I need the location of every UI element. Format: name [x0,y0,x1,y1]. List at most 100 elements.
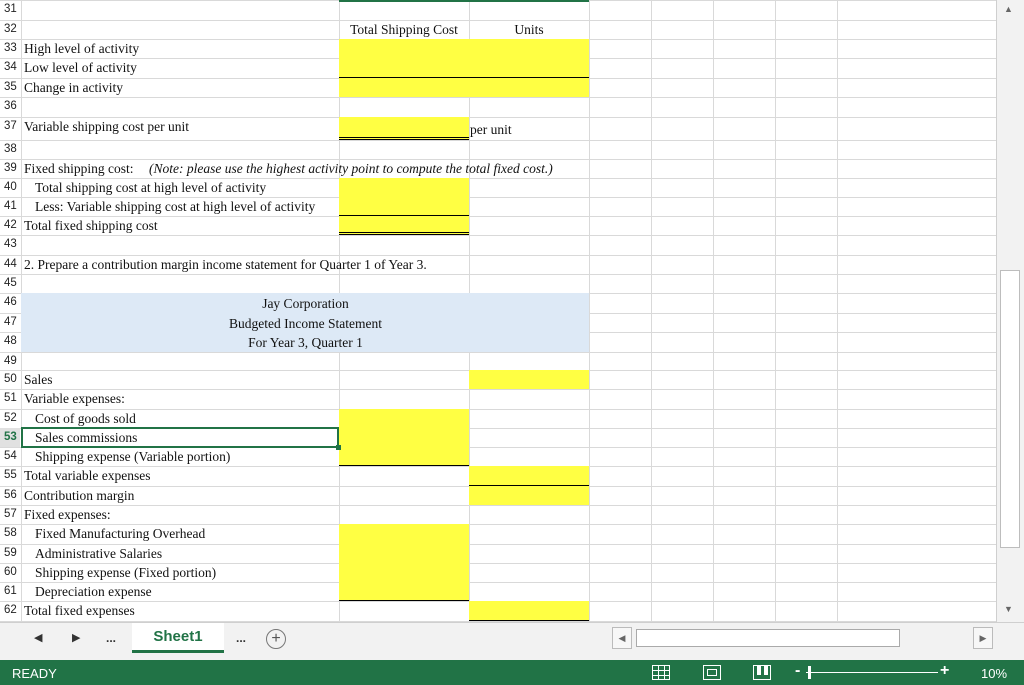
row-number[interactable]: 35 [0,78,20,97]
row-number[interactable]: 41 [0,197,20,216]
page-break-preview-icon[interactable] [753,665,771,680]
input-fixed-expenses[interactable] [339,524,469,582]
tab-scroll-left-icon[interactable]: ◀ [34,631,42,644]
hscroll-left-icon[interactable]: ◀ [612,627,632,649]
input-shipping-variable[interactable] [339,447,469,466]
row-label[interactable]: Cost of goods sold [35,409,136,428]
row-label[interactable]: Shipping expense (Variable portion) [35,447,230,466]
row-number[interactable]: 61 [0,582,20,601]
row-label[interactable]: Shipping expense (Fixed portion) [35,563,216,582]
row-number[interactable]: 38 [0,140,20,159]
row-number[interactable]: 37 [0,117,20,136]
row-label[interactable]: High level of activity [24,39,139,58]
zoom-in-icon[interactable]: + [940,662,949,680]
row-number[interactable]: 54 [0,447,20,466]
zoom-out-icon[interactable]: - [795,662,800,680]
tab-scroll-right-icon[interactable]: ▶ [72,631,80,644]
tab-ellipsis-right[interactable]: ... [236,631,246,645]
row-number[interactable]: 49 [0,352,20,371]
row-label[interactable]: Less: Variable shipping cost at high lev… [35,197,315,216]
row-number[interactable]: 48 [0,332,20,351]
row-number[interactable]: 56 [0,486,20,505]
row-number[interactable]: 40 [0,178,20,197]
row-number[interactable]: 44 [0,255,20,274]
status-bar: READY - + 10% [0,660,1024,685]
column-gridline [589,0,590,622]
page-layout-icon[interactable] [703,665,721,680]
vertical-scrollbar[interactable]: ▲ ▼ [996,0,1024,622]
input-variable-high[interactable] [339,197,469,216]
input-low-activity[interactable] [339,58,589,78]
tab-ellipsis-left[interactable]: ... [106,631,116,645]
input-total-high[interactable] [339,178,469,197]
add-sheet-button[interactable]: + [266,629,286,649]
row-label[interactable]: Total fixed expenses [24,601,135,620]
row-number[interactable]: 31 [0,0,20,19]
zoom-level: 10% [981,666,1008,681]
row-number[interactable]: 33 [0,39,20,58]
horizontal-scroll-thumb[interactable] [636,629,900,647]
row-label[interactable]: Total shipping cost at high level of act… [35,178,266,197]
row-number[interactable]: 47 [0,313,20,332]
row-label[interactable]: Total variable expenses [24,466,151,485]
row-number[interactable]: 50 [0,370,20,389]
row-number[interactable]: 52 [0,409,20,428]
row-number[interactable]: 43 [0,235,20,254]
row-label[interactable]: Fixed shipping cost: [24,159,134,178]
input-change-activity[interactable] [339,78,589,97]
row-number[interactable]: 39 [0,159,20,178]
row-label[interactable]: 2. Prepare a contribution margin income … [24,255,427,274]
row-label[interactable]: Sales commissions [35,428,137,447]
row-number[interactable]: 51 [0,389,20,408]
spreadsheet-grid[interactable]: 31 32 33 34 35 36 37 38 39 40 41 42 43 44 45 46 47 48 49 50… [0,0,996,622]
row-label[interactable]: Variable shipping cost per unit [24,117,189,136]
row-number[interactable]: 58 [0,524,20,543]
row-number[interactable]: 42 [0,216,20,235]
row-label[interactable]: Depreciation expense [35,582,152,601]
row-label[interactable]: Fixed expenses: [24,505,111,524]
row-number[interactable]: 46 [0,293,20,312]
input-contribution-margin[interactable] [469,486,589,505]
row-gridline [0,140,996,141]
scroll-down-icon[interactable]: ▼ [1004,604,1013,614]
row-gridline [0,505,996,506]
input-total-variable[interactable] [469,466,589,486]
row-label[interactable]: Contribution margin [24,486,134,505]
input-variable-rate[interactable] [339,117,469,140]
row-label[interactable]: Change in activity [24,78,123,97]
input-total-fixed[interactable] [339,216,469,235]
row-label[interactable]: Administrative Salaries [35,544,162,563]
row-number[interactable]: 57 [0,505,20,524]
input-depreciation[interactable] [339,582,469,601]
row-gridline [0,235,996,236]
row-number[interactable]: 34 [0,58,20,77]
vertical-scroll-thumb[interactable] [1000,270,1020,548]
zoom-slider-thumb[interactable] [808,666,811,679]
row-label[interactable]: Total fixed shipping cost [24,216,158,235]
fill-handle[interactable] [336,445,341,450]
row-label[interactable]: Variable expenses: [24,389,125,408]
input-high-activity[interactable] [339,39,589,58]
row-number[interactable]: 32 [0,20,20,39]
row-gridline [0,274,996,275]
scroll-up-icon[interactable]: ▲ [1004,4,1013,14]
horizontal-scrollbar[interactable]: ◀ ▶ [612,627,997,649]
normal-view-icon[interactable] [652,665,670,680]
row-label[interactable]: Sales [24,370,53,389]
input-total-fixed-expenses[interactable] [469,601,589,621]
row-number[interactable]: 55 [0,466,20,485]
hscroll-right-icon[interactable]: ▶ [973,627,993,649]
row-number[interactable]: 53 [0,428,20,447]
zoom-slider[interactable] [806,672,938,673]
row-number[interactable]: 62 [0,601,20,620]
row-number[interactable]: 36 [0,97,20,116]
row-number[interactable]: 59 [0,544,20,563]
input-sales[interactable] [469,370,589,389]
row-number[interactable]: 45 [0,274,20,293]
row-number[interactable]: 60 [0,563,20,582]
row-gridline [0,97,996,98]
input-cogs-commissions[interactable] [339,409,469,447]
row-label[interactable]: Low level of activity [24,58,137,77]
tab-sheet1[interactable]: Sheet1 [132,623,224,653]
row-label[interactable]: Fixed Manufacturing Overhead [35,524,205,543]
